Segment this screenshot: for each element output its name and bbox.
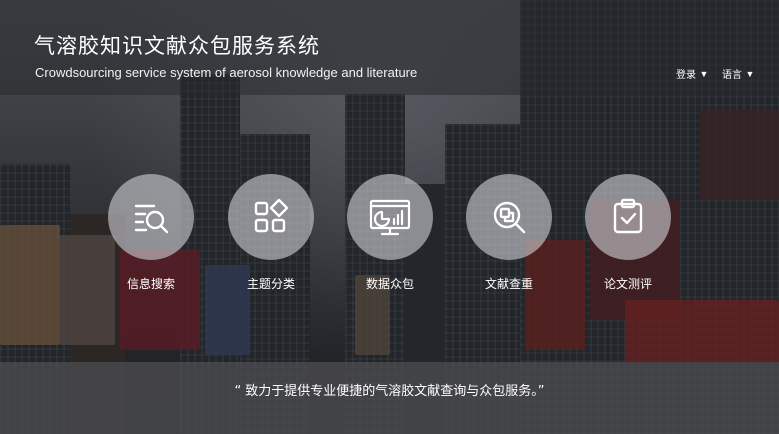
clipboard-check-icon xyxy=(613,198,643,234)
feature-label: 主题分类 xyxy=(246,277,295,291)
login-menu[interactable]: 登录 ▼ xyxy=(676,66,709,82)
category-grid-icon xyxy=(254,198,289,233)
feature-circle[interactable] xyxy=(108,174,194,260)
feature-label: 文献查重 xyxy=(484,277,533,291)
login-label: 登录 xyxy=(676,70,696,81)
feature-label: 数据众包 xyxy=(365,277,414,291)
search-list-icon xyxy=(134,204,169,234)
page-subtitle: Crowdsourcing service system of aerosol … xyxy=(35,65,418,80)
feature-circle[interactable] xyxy=(228,174,314,260)
feature-topic-category[interactable]: 主题分类 xyxy=(228,174,314,304)
page-title: 气溶胶知识文献众包服务系统 xyxy=(34,34,320,58)
feature-circle[interactable] xyxy=(466,174,552,260)
feature-label: 论文测评 xyxy=(603,277,652,291)
slogan-text: “ 致力于提供专业便捷的气溶胶文献查询与众包服务。” xyxy=(234,384,545,399)
feature-circle[interactable] xyxy=(585,174,671,260)
language-menu[interactable]: 语言 ▼ xyxy=(722,66,755,82)
duplicate-check-icon xyxy=(493,201,526,234)
feature-data-crowdsourcing[interactable]: 数据众包 xyxy=(347,174,433,304)
feature-duplicate-check[interactable]: 文献查重 xyxy=(466,174,552,304)
feature-info-search[interactable]: 信息搜索 xyxy=(108,174,194,304)
header-bar: 气溶胶知识文献众包服务系统 Crowdsourcing service syst… xyxy=(0,0,779,95)
caret-down-icon: ▼ xyxy=(745,68,755,79)
feature-circle[interactable] xyxy=(347,174,433,260)
feature-paper-evaluation[interactable]: 论文测评 xyxy=(585,174,671,304)
data-dashboard-icon xyxy=(369,199,411,236)
slogan-band: “ 致力于提供专业便捷的气溶胶文献查询与众包服务。” xyxy=(0,362,779,434)
feature-label: 信息搜索 xyxy=(126,277,175,291)
language-label: 语言 xyxy=(722,70,742,81)
caret-down-icon: ▼ xyxy=(699,68,709,79)
